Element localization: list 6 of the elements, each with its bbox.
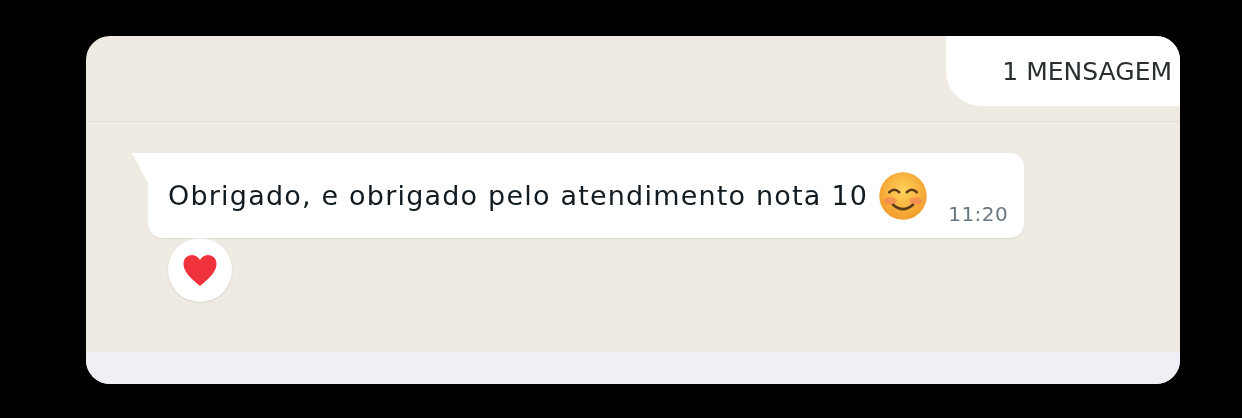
message-text: Obrigado, e obrigado pelo atendimento nota 10 <box>168 180 869 211</box>
unread-messages-banner: 1 MENSAGEM <box>946 36 1180 106</box>
heart-icon <box>182 253 218 287</box>
message-time: 11:20 <box>948 202 1009 226</box>
smiling-face-icon <box>878 170 929 221</box>
reaction-badge[interactable] <box>168 238 232 302</box>
